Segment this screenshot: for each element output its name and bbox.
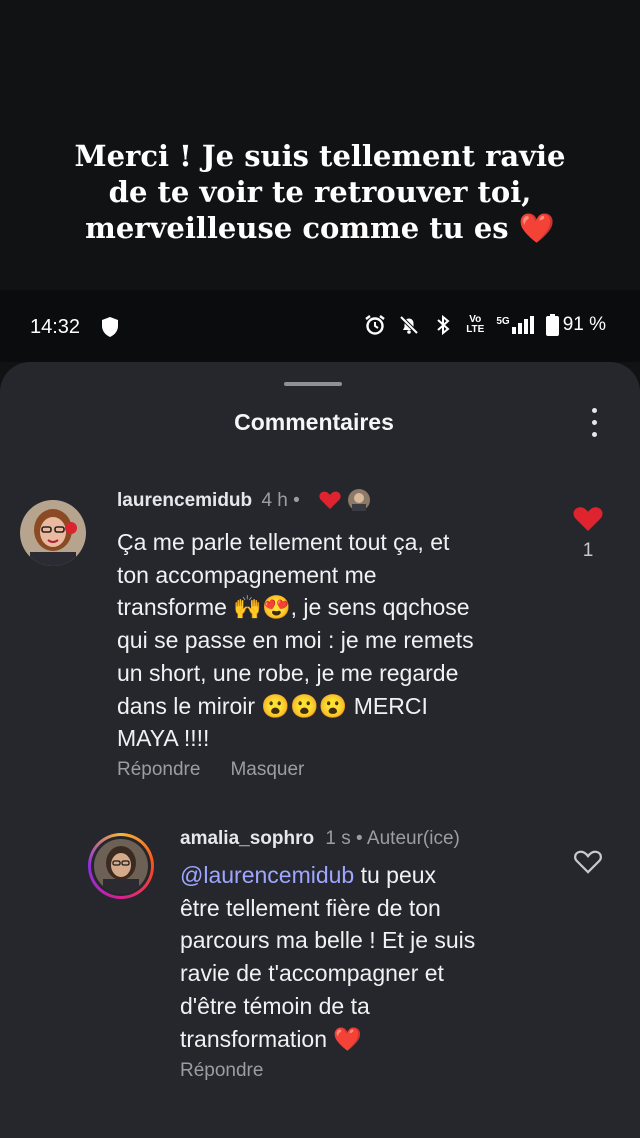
reply-button[interactable]: Répondre xyxy=(180,1060,263,1082)
comment-time: 1 s xyxy=(325,828,351,849)
comment-line: ton accompagnement me xyxy=(117,561,377,588)
separator-dot: • xyxy=(356,828,363,849)
battery-indicator: 91 % xyxy=(545,314,606,336)
comment-line: MAYA !!!! xyxy=(117,725,210,752)
comment-line: qui se passe en moi : je me remets xyxy=(117,627,474,654)
alarm-icon xyxy=(365,315,385,335)
comment-actions: Répondre Masquer xyxy=(117,759,304,781)
author-mini-avatar xyxy=(348,489,371,511)
comment-like[interactable]: 1 xyxy=(570,505,606,562)
mention-link[interactable]: @laurencemidub xyxy=(180,862,354,888)
comments-sheet: Commentaires laurencemidub 4 h • Ça me p… xyxy=(0,362,640,1138)
comment-like[interactable] xyxy=(572,848,604,879)
comment-username[interactable]: laurencemidub xyxy=(117,490,252,511)
status-bar: 14:32 Vo LTE 5G 91 % xyxy=(0,290,640,362)
comment-header: amalia_sophro 1 s • Auteur(ice) xyxy=(180,828,460,850)
status-time: 14:32 xyxy=(30,316,81,338)
comment-username[interactable]: amalia_sophro xyxy=(180,828,314,849)
separator-dot: • xyxy=(293,490,300,511)
volte-indicator: Vo LTE xyxy=(466,314,485,335)
sheet-drag-handle[interactable] xyxy=(284,382,342,386)
reply-body: @laurencemidub tu peux être tellement fi… xyxy=(180,859,540,1055)
comment-body: Ça me parle tellement tout ça, et ton ac… xyxy=(117,526,537,755)
more-options-icon[interactable] xyxy=(588,408,600,440)
status-icons: Vo LTE 5G 91 % xyxy=(364,314,606,336)
caption-line-1: Merci ! Je suis tellement ravie xyxy=(74,139,566,173)
overlay-caption: Merci ! Je suis tellement ravie de te vo… xyxy=(40,138,600,246)
caption-line-2: de te voir te retrouver toi, xyxy=(108,175,532,209)
avatar-story-ring[interactable] xyxy=(88,833,154,899)
author-badge: Auteur(ice) xyxy=(366,828,460,849)
comment-line: un short, une robe, je me regarde xyxy=(117,659,459,686)
bluetooth-icon xyxy=(437,314,450,336)
comment-line: dans le miroir 😮😮😮 MERCI xyxy=(117,692,428,719)
reply-button[interactable]: Répondre xyxy=(117,759,200,781)
signal-bars-icon xyxy=(511,316,534,334)
signal-indicator: 5G xyxy=(496,316,534,334)
comment-actions: Répondre xyxy=(180,1060,263,1082)
caption-line-3: merveilleuse comme tu es ❤️ xyxy=(85,211,555,245)
like-count: 1 xyxy=(582,540,594,561)
comment-header: laurencemidub 4 h • xyxy=(117,489,371,512)
heart-emoji: ❤️ xyxy=(518,211,555,245)
comment-line: Ça me parle tellement tout ça, et xyxy=(117,529,450,555)
comment-line: parcours ma belle ! Et je suis xyxy=(180,927,476,954)
hide-button[interactable]: Masquer xyxy=(230,759,304,781)
comment-line: transforme 🙌😍, je sens qqchose xyxy=(117,594,470,621)
battery-icon xyxy=(545,314,559,336)
avatar[interactable] xyxy=(20,500,86,566)
heart-outline-icon[interactable] xyxy=(573,848,603,874)
heart-filled-icon[interactable] xyxy=(573,505,603,531)
shield-icon xyxy=(102,317,118,337)
comment-line: ravie de t'accompagner et xyxy=(180,960,444,987)
comment-line: être tellement fière de ton xyxy=(180,894,441,921)
comment-line: @laurencemidub tu peux xyxy=(180,862,437,888)
liked-by-author-heart-icon xyxy=(319,491,341,509)
sheet-title: Commentaires xyxy=(234,409,394,435)
comment-line: transformation ❤️ xyxy=(180,1025,363,1052)
bell-muted-icon xyxy=(399,315,419,335)
comment-line: d'être témoin de ta xyxy=(180,992,370,1019)
comment-time: 4 h xyxy=(261,490,288,511)
